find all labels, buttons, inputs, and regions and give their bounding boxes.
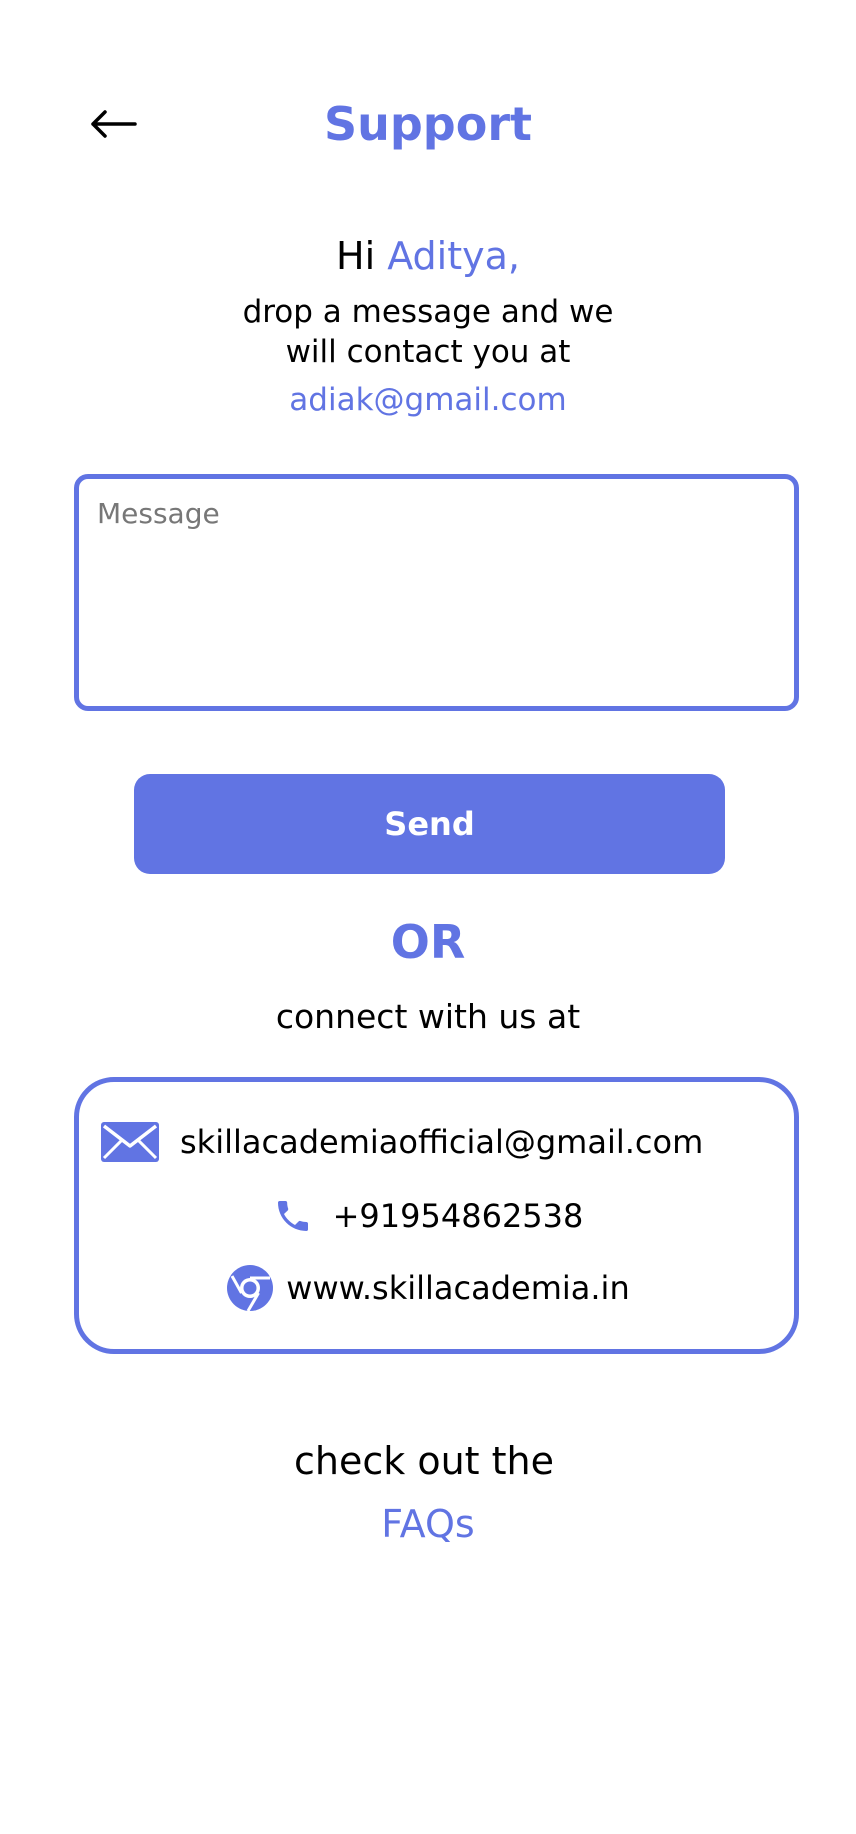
mail-icon (100, 1120, 160, 1164)
contact-email-text: skillacademiaofficial@gmail.com (180, 1123, 704, 1161)
contact-website[interactable]: www.skillacademia.in (0, 1260, 856, 1316)
or-divider: OR (390, 915, 466, 969)
subtext-line-1: drop a message and we (242, 294, 614, 330)
connect-text: connect with us at (275, 997, 581, 1036)
user-email: adiak@gmail.com (289, 382, 567, 418)
message-field[interactable] (79, 479, 794, 706)
send-button[interactable]: Send (134, 774, 725, 874)
greeting: Hi Aditya, (0, 232, 856, 280)
faq-link[interactable]: FAQs (0, 1500, 856, 1548)
message-field-container (74, 474, 799, 711)
chrome-icon (226, 1264, 274, 1312)
user-name: Aditya, (387, 234, 520, 278)
faq-prompt: check out the (293, 1439, 554, 1483)
contact-phone[interactable]: +91954862538 (0, 1188, 856, 1244)
page-title: Support (323, 97, 532, 151)
subtext-line-2: will contact you at (285, 334, 571, 370)
phone-icon (273, 1196, 313, 1236)
contact-website-text: www.skillacademia.in (286, 1269, 630, 1307)
contact-phone-text: +91954862538 (332, 1197, 584, 1235)
greeting-hi: Hi (336, 234, 376, 278)
greeting-subtext: drop a message and we will contact you a… (0, 292, 856, 372)
contact-email[interactable]: skillacademiaofficial@gmail.com (100, 1112, 780, 1172)
